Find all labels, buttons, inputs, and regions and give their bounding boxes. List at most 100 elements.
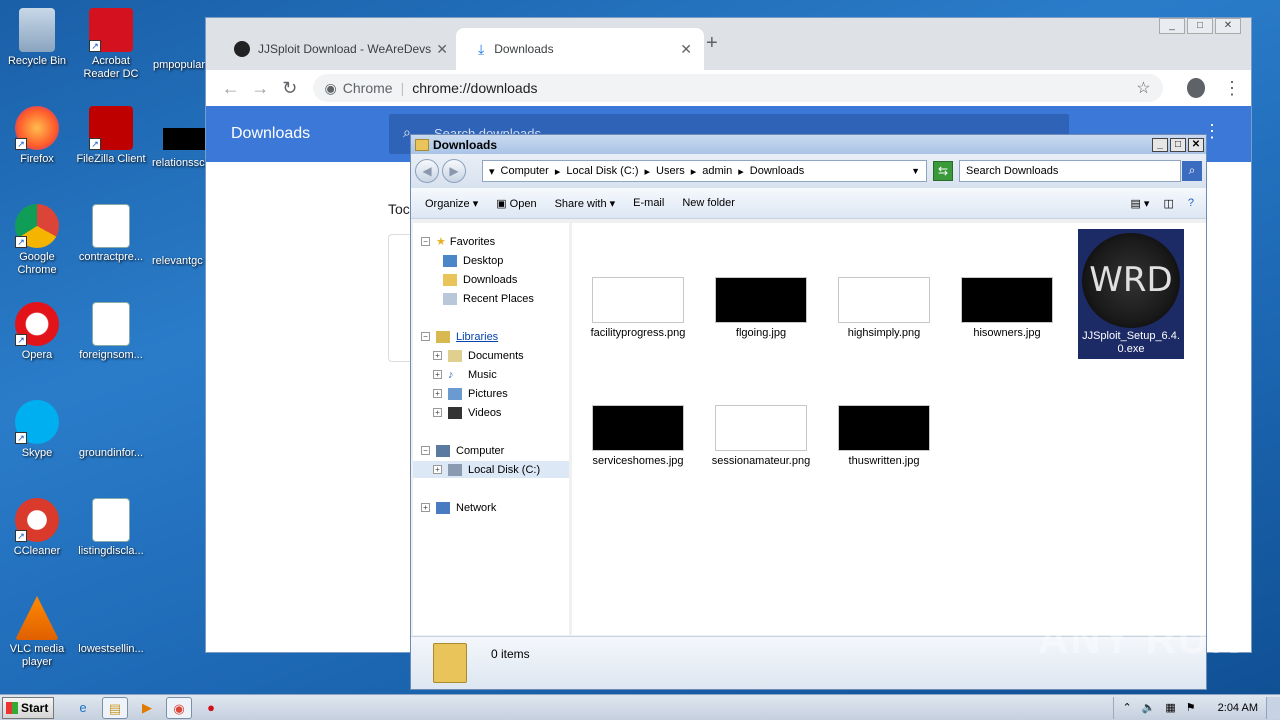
forward-button[interactable]: ▶	[442, 159, 466, 183]
breadcrumb[interactable]: Downloads	[750, 165, 804, 177]
nav-network[interactable]: + Network	[421, 499, 496, 516]
explorer-search-input[interactable]: Search Downloads	[959, 160, 1181, 182]
tab-jjsploit[interactable]: JJSploit Download - WeAreDevs ✕	[212, 28, 460, 70]
desktop-icon-listingdiscla[interactable]: listingdiscla...	[74, 498, 148, 558]
desktop-icon-recycle-bin[interactable]: Recycle Bin	[0, 8, 74, 68]
refresh-button[interactable]: ⇆	[933, 161, 953, 181]
new-tab-button[interactable]: +	[706, 32, 718, 55]
file-item[interactable]: facilityprogress.png	[588, 277, 688, 340]
desktop-icon-ccleaner[interactable]: ↗ CCleaner	[0, 498, 74, 558]
desktop-icon-lowestsellin[interactable]: lowestsellin...	[74, 596, 148, 656]
explorer-titlebar: Downloads _ □ ✕	[411, 135, 1206, 154]
file-item-selected[interactable]: WRD JJSploit_Setup_6.4.0.exe	[1078, 229, 1184, 359]
back-button[interactable]: ◀	[415, 159, 439, 183]
show-desktop-button[interactable]	[1266, 696, 1280, 719]
tab-downloads[interactable]: ⤓ Downloads ✕	[456, 28, 704, 70]
nav-downloads[interactable]: Downloads	[443, 271, 517, 288]
help-icon[interactable]: ?	[1188, 197, 1194, 209]
internet-explorer-icon[interactable]: e	[70, 697, 96, 719]
file-item[interactable]: hisowners.jpg	[957, 277, 1057, 340]
maximize-button[interactable]: □	[1170, 137, 1186, 152]
back-button[interactable]: ←	[216, 78, 246, 99]
close-button[interactable]: ✕	[1215, 18, 1241, 34]
desktop-icon-google-chrome[interactable]: ↗ Google Chrome	[0, 204, 74, 277]
tab-close-icon[interactable]: ✕	[436, 41, 448, 58]
network-tray-icon[interactable]: ▦	[1165, 701, 1175, 714]
breadcrumb[interactable]: Local Disk (C:)	[566, 165, 638, 177]
address-bar[interactable]: ▾ Computer ▸ Local Disk (C:) ▸ Users ▸ admi…	[482, 160, 927, 182]
minimize-button[interactable]: _	[1152, 137, 1168, 152]
close-button[interactable]: ✕	[1188, 137, 1204, 152]
preview-pane-icon[interactable]: ◫	[1163, 197, 1173, 210]
file-item[interactable]: highsimply.png	[834, 277, 934, 340]
tab-close-icon[interactable]: ✕	[680, 41, 692, 58]
file-item[interactable]: sessionamateur.png	[711, 405, 811, 468]
desktop-icon-skype[interactable]: ↗ Skype	[0, 400, 74, 460]
desktop-label-relationssc[interactable]: relationssc	[152, 157, 205, 169]
email-button[interactable]: E-mail	[633, 197, 664, 209]
navigation-pane: − ★ Favorites Desktop Downloads Recent Pla…	[413, 223, 569, 635]
explorer-window[interactable]: Downloads _ □ ✕ ◀ ▶ ▾ Computer ▸ Local Di…	[410, 134, 1207, 690]
image-thumbnail	[961, 277, 1053, 323]
search-icon[interactable]: ⌕	[1182, 161, 1202, 181]
skype-icon: ↗	[15, 400, 59, 444]
chevron-down-icon[interactable]: ▼	[911, 166, 920, 176]
reload-button[interactable]: ↻	[275, 78, 305, 99]
chrome-menu-icon[interactable]: ⋮	[1223, 78, 1241, 99]
nav-videos[interactable]: + Videos	[433, 404, 501, 421]
file-item[interactable]: thuswritten.jpg	[834, 405, 934, 468]
desktop-icon-foreignsom[interactable]: foreignsom...	[74, 302, 148, 362]
desktop-label-relevantgc[interactable]: relevantgc	[152, 255, 203, 267]
file-item[interactable]: flgoing.jpg	[711, 277, 811, 340]
nav-music[interactable]: + ♪ Music	[433, 366, 497, 383]
change-view-icon[interactable]: ▤ ▾	[1130, 197, 1149, 210]
volume-icon[interactable]: 🔈	[1142, 701, 1156, 714]
nav-favorites[interactable]: − ★ Favorites	[421, 233, 495, 250]
nav-libraries[interactable]: − Libraries	[421, 328, 498, 345]
explorer-taskbar-icon[interactable]: ▤	[102, 696, 128, 719]
nav-local-disk[interactable]: + Local Disk (C:)	[413, 461, 569, 478]
organize-button[interactable]: Organize ▾	[425, 197, 478, 210]
desktop-label-pmpopular[interactable]: pmpopular	[153, 59, 205, 71]
media-player-icon[interactable]: ▶	[134, 697, 160, 719]
computer-icon	[436, 444, 450, 457]
share-with-button[interactable]: Share with ▾	[555, 197, 616, 210]
new-folder-button[interactable]: New folder	[682, 197, 735, 209]
desktop-icon-filezilla[interactable]: ↗ FileZilla Client	[74, 106, 148, 166]
opera-taskbar-icon[interactable]: ●	[198, 697, 224, 719]
desktop-icon-firefox[interactable]: ↗ Firefox	[0, 106, 74, 166]
nav-desktop[interactable]: Desktop	[443, 252, 503, 269]
bookmark-star-icon[interactable]: ☆	[1136, 78, 1150, 98]
forward-button[interactable]: →	[246, 78, 276, 99]
nav-documents[interactable]: + Documents	[433, 347, 524, 364]
omnibox-url: chrome://downloads	[412, 80, 538, 96]
breadcrumb[interactable]: admin	[702, 165, 732, 177]
desktop-icon-groundinfor[interactable]: groundinfor...	[74, 400, 148, 460]
chrome-icon: ↗	[15, 204, 59, 248]
nav-pictures[interactable]: + Pictures	[433, 385, 508, 402]
chrome-taskbar-icon[interactable]: ◉	[166, 696, 192, 719]
videos-icon	[448, 406, 462, 419]
desktop-icon-opera[interactable]: ↗ Opera	[0, 302, 74, 362]
nav-computer[interactable]: − Computer	[421, 442, 504, 459]
breadcrumb[interactable]: Computer	[501, 165, 549, 177]
clock[interactable]: 2:04 AM	[1218, 702, 1258, 714]
breadcrumb[interactable]: Users	[656, 165, 685, 177]
tray-expand-icon[interactable]: ⌃	[1122, 701, 1131, 714]
omnibox[interactable]: ◉ Chrome | chrome://downloads ☆	[312, 74, 1163, 102]
open-button[interactable]: ▣ Open	[496, 197, 536, 210]
desktop-icon-vlc[interactable]: VLC media player	[0, 596, 74, 669]
account-avatar-icon[interactable]	[1186, 78, 1205, 98]
desktop-icon-acrobat[interactable]: ↗ Acrobat Reader DC	[74, 8, 148, 81]
wearedevs-favicon-icon	[234, 41, 250, 57]
action-center-flag-icon[interactable]: ⚑	[1186, 701, 1196, 714]
desktop-icon-contractpre[interactable]: contractpre...	[74, 204, 148, 264]
image-thumbnail	[838, 277, 930, 323]
nav-recent-places[interactable]: Recent Places	[443, 290, 534, 307]
start-button[interactable]: Start	[2, 696, 54, 719]
libraries-icon	[436, 330, 450, 343]
minimize-button[interactable]: _	[1159, 18, 1185, 34]
recent-places-icon	[443, 292, 457, 305]
file-item[interactable]: serviceshomes.jpg	[588, 405, 688, 468]
maximize-button[interactable]: □	[1187, 18, 1213, 34]
